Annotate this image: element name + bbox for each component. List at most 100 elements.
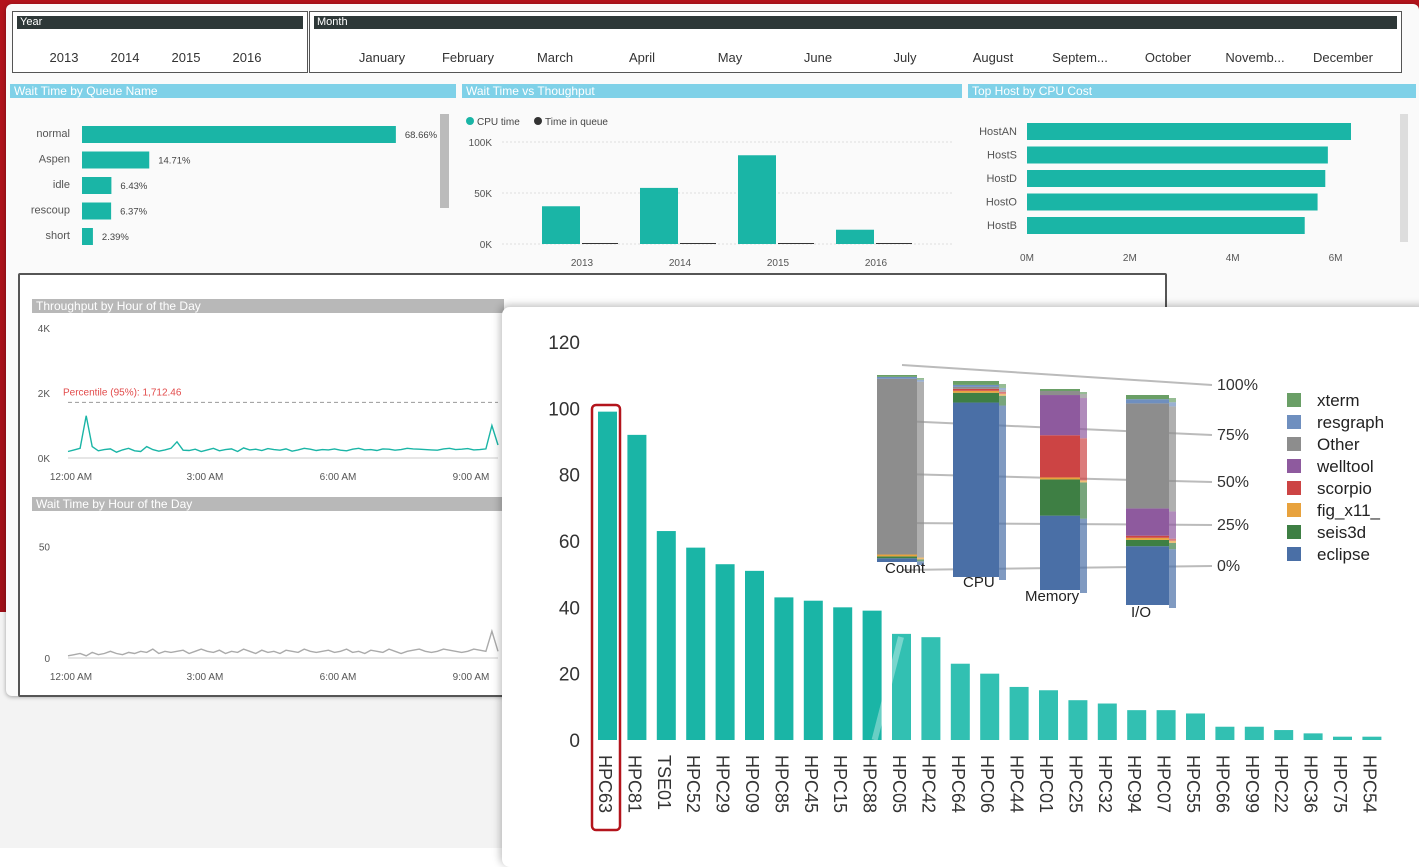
wait-vs-throughput-chart: CPU time Time in queue 0K 50K 100K 2013 2014 20… bbox=[466, 117, 952, 269]
x-tick-label: HPC42 bbox=[918, 755, 938, 813]
stacked-segment bbox=[877, 375, 917, 377]
stacked-segment bbox=[1126, 537, 1169, 540]
host-value-bar-chart: 0 20 40 60 80 100 120 HPC63 HPC81 TSE01 HPC52 HPC29… bbox=[548, 333, 1384, 832]
stacked-segment-side bbox=[1080, 480, 1087, 483]
month-option[interactable]: October bbox=[1126, 50, 1210, 65]
month-option[interactable]: December bbox=[1301, 50, 1385, 65]
cpu-time-bar bbox=[738, 155, 776, 244]
host-label: HostB bbox=[987, 220, 1017, 232]
month-option[interactable]: Novemb... bbox=[1213, 50, 1297, 65]
stacked-segment-side bbox=[1169, 542, 1176, 550]
legend-label: xterm bbox=[1317, 391, 1360, 410]
stacked-segment-side bbox=[917, 378, 924, 380]
cpu-time-bar bbox=[542, 206, 580, 244]
stacked-segment bbox=[1126, 399, 1169, 404]
stacked-segment-side bbox=[1080, 394, 1087, 399]
legend-swatch bbox=[1287, 503, 1301, 517]
stacked-segment bbox=[953, 384, 999, 387]
host-scrollbar[interactable] bbox=[1400, 114, 1408, 242]
host-value-bar bbox=[1303, 733, 1323, 740]
month-option[interactable]: July bbox=[863, 50, 947, 65]
year-option[interactable]: 2016 bbox=[222, 50, 272, 65]
x-tick-label: HPC55 bbox=[1183, 755, 1203, 813]
stacked-segment-side bbox=[1080, 482, 1087, 519]
y-tick-label: 60 bbox=[559, 532, 580, 553]
stacked-segment-side bbox=[999, 405, 1006, 580]
month-option[interactable]: May bbox=[688, 50, 772, 65]
host-label: HostAN bbox=[979, 126, 1017, 138]
year-option[interactable]: 2014 bbox=[100, 50, 150, 65]
x-tick-label: HPC29 bbox=[713, 755, 733, 813]
stacked-segment bbox=[1126, 539, 1169, 547]
stacked-segment-side bbox=[1080, 392, 1087, 395]
month-option[interactable]: January bbox=[340, 50, 424, 65]
x-tick-label: HPC25 bbox=[1065, 755, 1085, 813]
queue-value-label: 2.39% bbox=[102, 232, 129, 243]
y-tick-label: 0 bbox=[44, 654, 50, 665]
inset-y-tick-label: 75% bbox=[1217, 427, 1249, 444]
x-tick-label: HPC36 bbox=[1301, 755, 1321, 813]
year-option[interactable]: 2013 bbox=[39, 50, 89, 65]
host-bar bbox=[1027, 123, 1351, 140]
legend-label: fig_x11_ bbox=[1317, 501, 1381, 520]
x-tick-label: 2014 bbox=[669, 258, 692, 269]
year-option[interactable]: 2015 bbox=[161, 50, 211, 65]
month-option[interactable]: August bbox=[951, 50, 1035, 65]
host-value-bar bbox=[1068, 700, 1088, 740]
x-tick-label: 3:00 AM bbox=[187, 472, 224, 483]
queue-legend-label: Time in queue bbox=[545, 117, 608, 128]
x-tick-label: HPC15 bbox=[830, 755, 850, 813]
host-bar bbox=[1027, 146, 1328, 164]
x-tick-label: 6M bbox=[1329, 253, 1343, 264]
queue-label: rescoup bbox=[31, 205, 70, 217]
legend-label: welltool bbox=[1316, 457, 1374, 476]
x-tick-label: HPC54 bbox=[1359, 755, 1379, 813]
queue-label: idle bbox=[53, 179, 70, 191]
stacked-segment bbox=[877, 378, 917, 555]
host-value-bar bbox=[1127, 710, 1147, 740]
x-tick-label: HPC52 bbox=[683, 755, 703, 813]
y-tick-label: 20 bbox=[559, 665, 580, 686]
stacked-segment-side bbox=[999, 384, 1006, 388]
queue-bar bbox=[82, 228, 93, 245]
hourly-line bbox=[67, 415, 499, 453]
legend-swatch bbox=[1287, 481, 1301, 495]
host-bar bbox=[1027, 217, 1305, 234]
month-slicer-title: Month bbox=[314, 16, 1397, 29]
year-slicer: Year 2013 2014 2015 2016 bbox=[12, 11, 308, 73]
cpu-time-bar bbox=[640, 187, 678, 244]
x-tick-label: 4M bbox=[1226, 253, 1240, 264]
host-value-bar bbox=[686, 547, 706, 740]
stacked-segment bbox=[877, 376, 917, 379]
x-tick-label: HPC09 bbox=[742, 755, 762, 813]
host-value-bar bbox=[1244, 726, 1264, 740]
x-tick-label: 9:00 AM bbox=[453, 672, 490, 683]
month-option[interactable]: June bbox=[776, 50, 860, 65]
y-tick-label: 0K bbox=[38, 454, 51, 465]
stacked-segment bbox=[1040, 515, 1080, 590]
stacked-segment bbox=[1040, 435, 1080, 478]
month-option[interactable]: February bbox=[426, 50, 510, 65]
inset-y-tick-label: 0% bbox=[1217, 558, 1240, 575]
x-tick-label: 0M bbox=[1020, 253, 1034, 264]
queue-scrollbar[interactable] bbox=[440, 114, 449, 208]
wait-hour-title: Wait Time by Hour of the Day bbox=[32, 497, 504, 511]
host-value-bar bbox=[598, 411, 617, 740]
x-tick-label: HPC64 bbox=[948, 755, 968, 813]
x-tick-label: HPC45 bbox=[801, 755, 821, 813]
legend-swatch bbox=[1287, 393, 1301, 407]
queue-bar-chart: normal 68.66% Aspen 14.71% idle 6.43% rescoup 6… bbox=[31, 114, 449, 245]
stacked-segment-side bbox=[1080, 398, 1087, 439]
wait-hour-chart: 0 50 12:00 AM 3:00 AM 6:00 AM 9:00 AM bbox=[39, 542, 499, 683]
x-tick-label: HPC99 bbox=[1242, 755, 1262, 813]
y-tick-label: 50 bbox=[39, 542, 51, 553]
stacked-segment-side bbox=[1080, 518, 1087, 593]
month-option[interactable]: Septem... bbox=[1038, 50, 1122, 65]
y-tick-label: 100 bbox=[548, 399, 580, 420]
host-value-bar bbox=[1215, 726, 1235, 740]
inset-y-tick-label: 50% bbox=[1217, 474, 1249, 491]
legend-swatch bbox=[1287, 437, 1301, 451]
month-option[interactable]: March bbox=[513, 50, 597, 65]
month-option[interactable]: April bbox=[600, 50, 684, 65]
stacked-segment-side bbox=[1169, 511, 1176, 539]
